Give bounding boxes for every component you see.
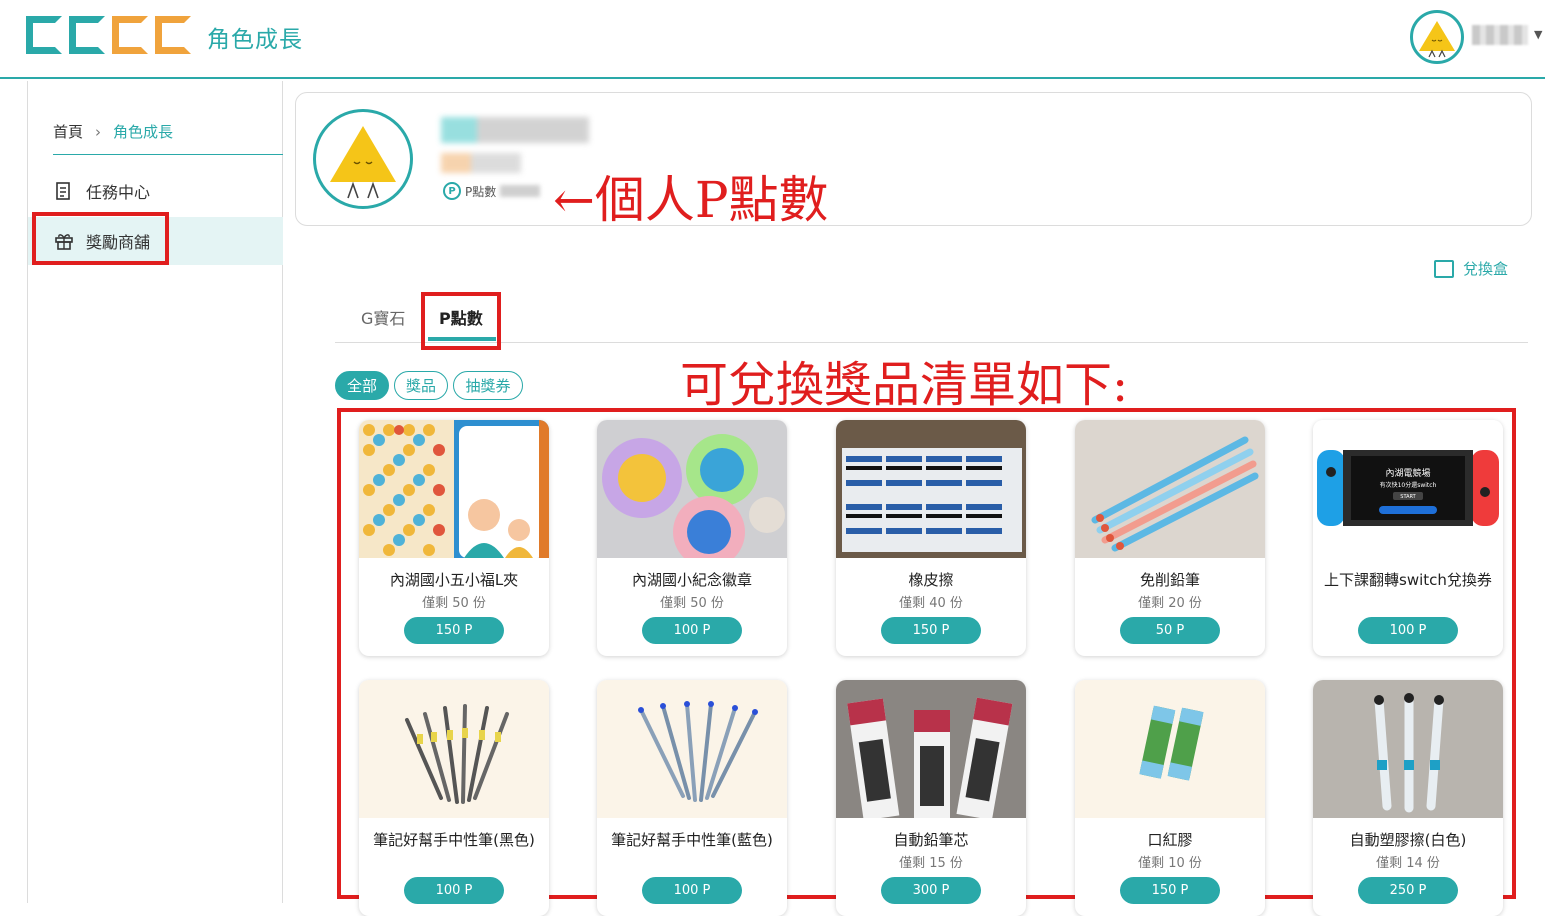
tab-g-gem[interactable]: G寶石 <box>361 305 405 329</box>
product-name: 內湖國小五小福L夾 <box>389 571 519 589</box>
product-price-button[interactable]: 100 P <box>1358 617 1458 644</box>
product-price-button[interactable]: 50 P <box>1120 617 1220 644</box>
points-value-blurred <box>500 185 541 197</box>
points-label: P點數 <box>465 184 497 199</box>
profile-name-blurred <box>441 117 589 143</box>
product-image-folder <box>359 420 549 558</box>
product-image-eraser-pens <box>1313 680 1503 818</box>
switch-screen-start: START <box>1400 494 1416 500</box>
exchange-box-label: 兌換盒 <box>1463 260 1509 278</box>
switch-screen-sub: 有次快10分還switch <box>1380 481 1437 489</box>
product-image-erasers <box>836 420 1026 558</box>
switch-screen-title: 內湖電競場 <box>1385 467 1430 479</box>
product-image-black-pens <box>359 680 549 818</box>
product-name: 上下課翻轉switch兌換券 <box>1324 571 1492 589</box>
profile-avatar <box>313 109 413 209</box>
product-card[interactable]: 筆記好幫手中性筆(藍色) 100 P <box>597 680 787 916</box>
sidebar: 首頁 › 角色成長 任務中心 獎勵商舖 <box>27 81 283 903</box>
box-icon <box>1434 259 1454 278</box>
product-card[interactable]: 內湖電競場 有次快10分還switch START 上下課翻轉switch兌換券… <box>1313 420 1503 656</box>
filter-prizes[interactable]: 獎品 <box>394 371 448 400</box>
annotation-box-p-tab <box>421 292 501 350</box>
breadcrumb-current: 角色成長 <box>113 123 174 141</box>
product-name: 自動鉛筆芯 <box>893 831 969 849</box>
product-name: 口紅膠 <box>1147 831 1193 849</box>
product-stock: 僅剩 50 份 <box>660 596 724 611</box>
product-name: 筆記好幫手中性筆(藍色) <box>611 831 773 849</box>
product-card[interactable]: 免削鉛筆 僅剩 20 份 50 P <box>1075 420 1265 656</box>
product-card[interactable]: 自動鉛筆芯 僅剩 15 份 300 P <box>836 680 1026 916</box>
product-price-button[interactable]: 150 P <box>881 617 981 644</box>
product-card[interactable]: 內湖國小五小福L夾 僅剩 50 份 150 P <box>359 420 549 656</box>
product-name: 免削鉛筆 <box>1139 571 1200 589</box>
user-avatar[interactable] <box>1410 10 1464 64</box>
product-stock: 僅剩 15 份 <box>899 856 963 871</box>
annotation-box-reward-shop <box>32 212 169 265</box>
sidebar-item-task-center[interactable]: 任務中心 <box>28 167 283 215</box>
sidebar-item-label: 任務中心 <box>86 183 151 202</box>
product-card[interactable]: 內湖國小紀念徽章 僅剩 50 份 100 P <box>597 420 787 656</box>
breadcrumb-home[interactable]: 首頁 <box>53 123 83 141</box>
top-header: 角色成長 ▼ <box>0 0 1545 79</box>
breadcrumb: 首頁 › 角色成長 <box>53 121 283 155</box>
product-stock: 僅剩 50 份 <box>422 596 486 611</box>
product-name: 筆記好幫手中性筆(黑色) <box>373 831 535 849</box>
product-price-button[interactable]: 250 P <box>1358 877 1458 904</box>
product-image-blue-pens <box>597 680 787 818</box>
product-card[interactable]: 筆記好幫手中性筆(黑色) 100 P <box>359 680 549 916</box>
exchange-box-link[interactable]: 兌換盒 <box>1434 258 1508 279</box>
app-title: 角色成長 <box>207 27 303 53</box>
product-name: 橡皮擦 <box>908 571 954 589</box>
product-image-lead-refills <box>836 680 1026 818</box>
product-image-glue-sticks <box>1075 680 1265 818</box>
product-image-badges <box>597 420 787 558</box>
product-card[interactable]: 自動塑膠擦(白色) 僅剩 14 份 250 P <box>1313 680 1503 916</box>
currency-tabs: G寶石 P點數 <box>335 295 1528 343</box>
product-card[interactable]: 口紅膠 僅剩 10 份 150 P <box>1075 680 1265 916</box>
product-price-button[interactable]: 150 P <box>404 617 504 644</box>
profile-class-blurred <box>441 153 521 173</box>
product-price-button[interactable]: 100 P <box>642 877 742 904</box>
cool-logo[interactable] <box>26 16 192 56</box>
product-name: 自動塑膠擦(白色) <box>1349 831 1467 849</box>
points-display: P P點數 <box>443 182 541 200</box>
product-name: 內湖國小紀念徽章 <box>631 571 752 589</box>
product-stock: 僅剩 40 份 <box>899 596 963 611</box>
annotation-prize-list: 可兌換獎品清單如下: <box>680 357 1129 413</box>
product-image-switch: 內湖電競場 有次快10分還switch START <box>1313 420 1503 558</box>
product-stock: 僅剩 14 份 <box>1376 856 1440 871</box>
product-image-pencils <box>1075 420 1265 558</box>
product-stock: 僅剩 20 份 <box>1138 596 1202 611</box>
product-price-button[interactable]: 100 P <box>404 877 504 904</box>
scroll-icon <box>54 181 74 201</box>
product-stock: 僅剩 10 份 <box>1138 856 1202 871</box>
product-card[interactable]: 橡皮擦 僅剩 40 份 150 P <box>836 420 1026 656</box>
chevron-down-icon[interactable]: ▼ <box>1534 28 1542 41</box>
user-name-blurred[interactable] <box>1472 25 1528 45</box>
product-price-button[interactable]: 300 P <box>881 877 981 904</box>
annotation-personal-points: ←個人P點數 <box>553 171 829 229</box>
product-price-button[interactable]: 100 P <box>642 617 742 644</box>
filter-all[interactable]: 全部 <box>335 371 389 400</box>
profile-card: P P點數 <box>295 92 1532 226</box>
product-price-button[interactable]: 150 P <box>1120 877 1220 904</box>
chevron-right-icon: › <box>95 123 102 141</box>
filter-lottery-tickets[interactable]: 抽獎券 <box>453 371 523 400</box>
points-icon: P <box>443 182 461 200</box>
